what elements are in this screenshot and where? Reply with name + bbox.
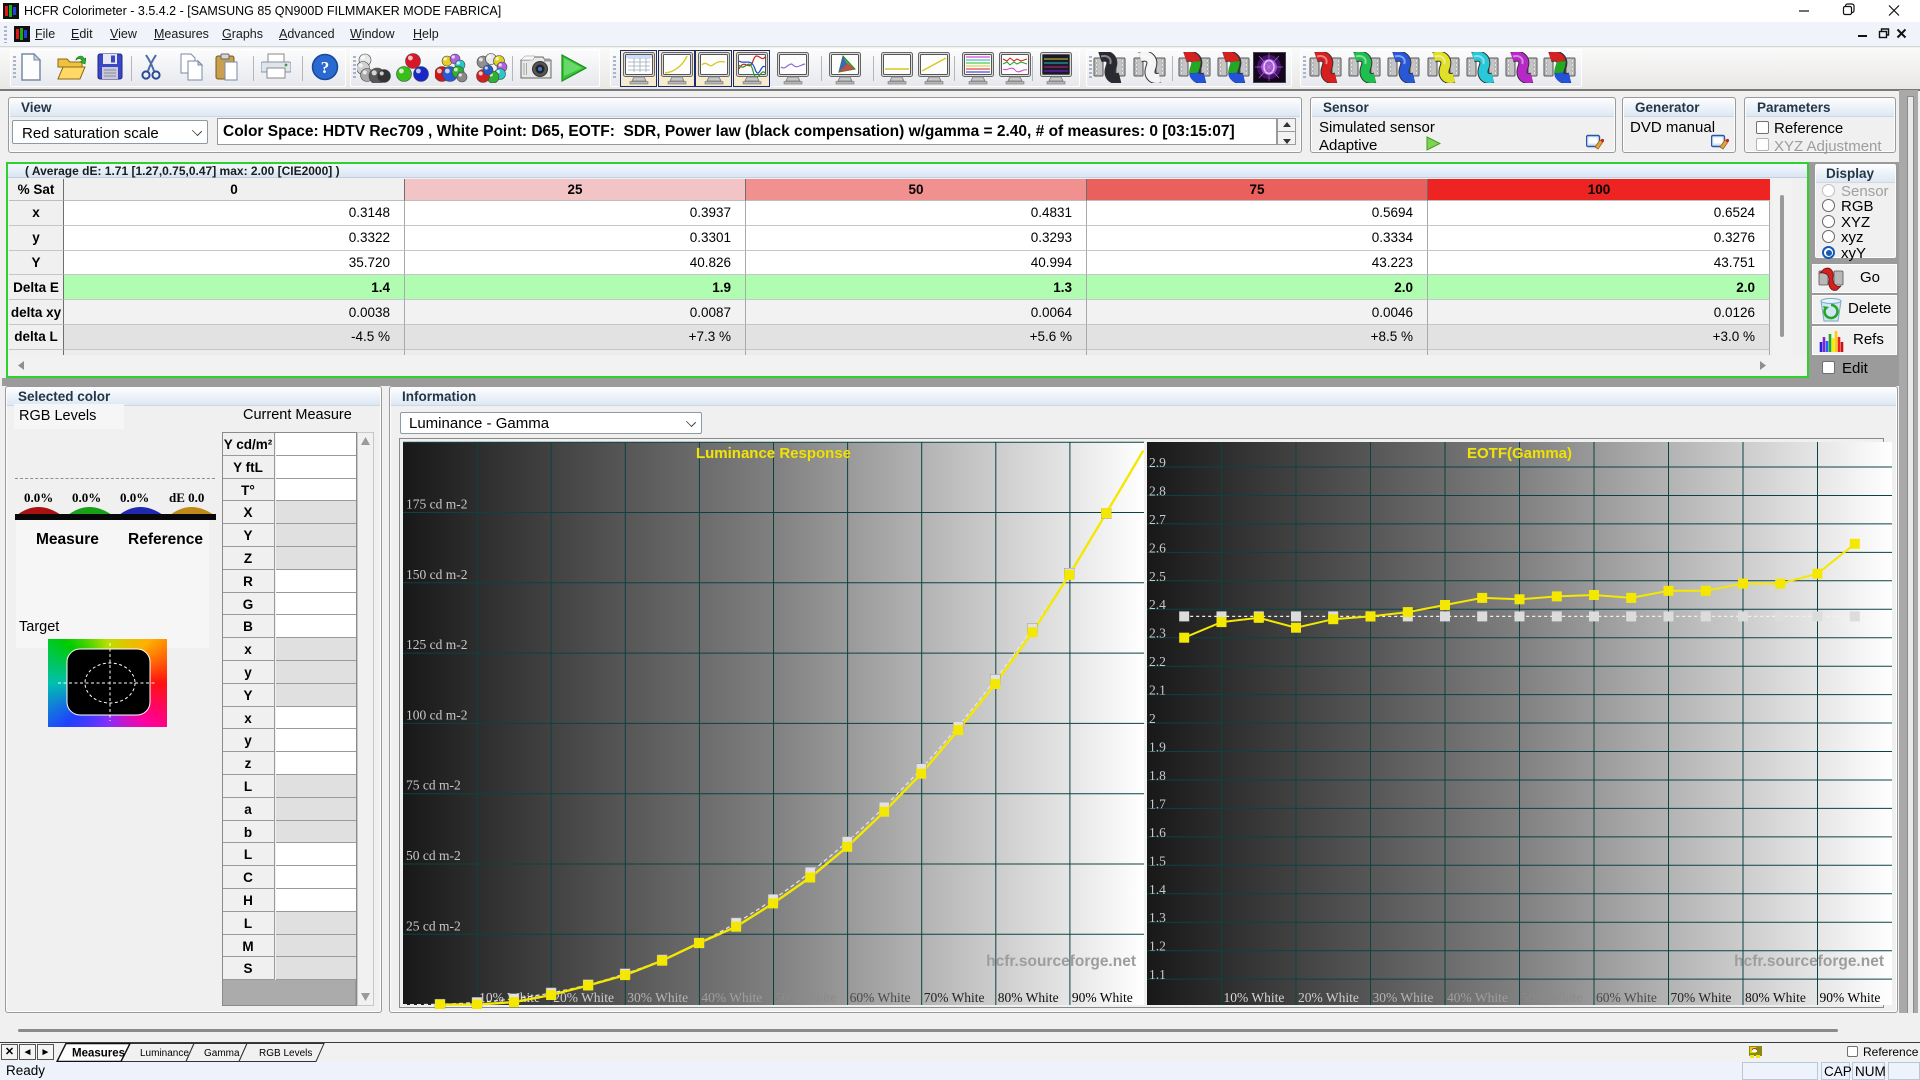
svg-text:2.3: 2.3 <box>1149 626 1166 641</box>
svg-text:hcfr.sourceforge.net: hcfr.sourceforge.net <box>1734 953 1884 970</box>
svg-text:1.3: 1.3 <box>1149 910 1166 925</box>
svg-text:1.7: 1.7 <box>1149 796 1166 811</box>
svg-text:10% White: 10% White <box>1224 990 1285 1005</box>
svg-text:2.8: 2.8 <box>1149 484 1166 499</box>
svg-text:Gamma: Gamma <box>204 1048 240 1059</box>
svg-text:1.5: 1.5 <box>1149 853 1166 868</box>
svg-text:?: ? <box>321 58 330 77</box>
svg-text:30% White: 30% White <box>627 990 688 1005</box>
svg-text:2.7: 2.7 <box>1149 512 1166 527</box>
svg-text:60% White: 60% White <box>850 990 911 1005</box>
svg-text:80% White: 80% White <box>998 990 1059 1005</box>
svg-text:Measures: Measures <box>72 1048 125 1060</box>
svg-text:20% White: 20% White <box>1298 990 1359 1005</box>
svg-text:EOTF(Gamma): EOTF(Gamma) <box>1467 445 1572 462</box>
svg-text:2.4: 2.4 <box>1149 597 1166 612</box>
svg-text:1.1: 1.1 <box>1149 967 1166 982</box>
svg-text:100 cd m-2: 100 cd m-2 <box>406 707 468 722</box>
svg-text:50 cd m-2: 50 cd m-2 <box>406 848 461 863</box>
svg-text:50% White: 50% White <box>776 990 837 1005</box>
svg-text:150 cd m-2: 150 cd m-2 <box>406 567 468 582</box>
svg-text:80% White: 80% White <box>1745 990 1806 1005</box>
svg-text:175 cd m-2: 175 cd m-2 <box>406 497 468 512</box>
svg-text:RGB Levels: RGB Levels <box>259 1048 312 1059</box>
svg-text:125 cd m-2: 125 cd m-2 <box>406 637 468 652</box>
svg-text:2: 2 <box>1149 711 1156 726</box>
svg-text:1.8: 1.8 <box>1149 768 1166 783</box>
svg-text:40% White: 40% White <box>701 990 762 1005</box>
svg-text:70% White: 70% White <box>1671 990 1732 1005</box>
svg-text:90% White: 90% White <box>1820 990 1881 1005</box>
svg-text:Luminance: Luminance <box>140 1048 189 1059</box>
svg-text:1.2: 1.2 <box>1149 939 1166 954</box>
svg-text:25 cd m-2: 25 cd m-2 <box>406 918 461 933</box>
svg-text:75 cd m-2: 75 cd m-2 <box>406 778 461 793</box>
svg-text:70% White: 70% White <box>924 990 985 1005</box>
svg-text:50% White: 50% White <box>1522 990 1583 1005</box>
svg-text:30% White: 30% White <box>1373 990 1434 1005</box>
svg-text:2.1: 2.1 <box>1149 683 1166 698</box>
svg-text:2.9: 2.9 <box>1149 455 1166 470</box>
svg-text:1.4: 1.4 <box>1149 882 1166 897</box>
svg-text:Luminance Response: Luminance Response <box>696 445 851 462</box>
svg-text:hcfr.sourceforge.net: hcfr.sourceforge.net <box>986 953 1136 970</box>
svg-text:1.6: 1.6 <box>1149 825 1166 840</box>
svg-text:2.5: 2.5 <box>1149 569 1166 584</box>
svg-text:1.9: 1.9 <box>1149 740 1166 755</box>
svg-text:90% White: 90% White <box>1072 990 1133 1005</box>
svg-text:2.6: 2.6 <box>1149 540 1166 555</box>
svg-text:60% White: 60% White <box>1596 990 1657 1005</box>
svg-text:40% White: 40% White <box>1447 990 1508 1005</box>
svg-text:2.2: 2.2 <box>1149 654 1166 669</box>
